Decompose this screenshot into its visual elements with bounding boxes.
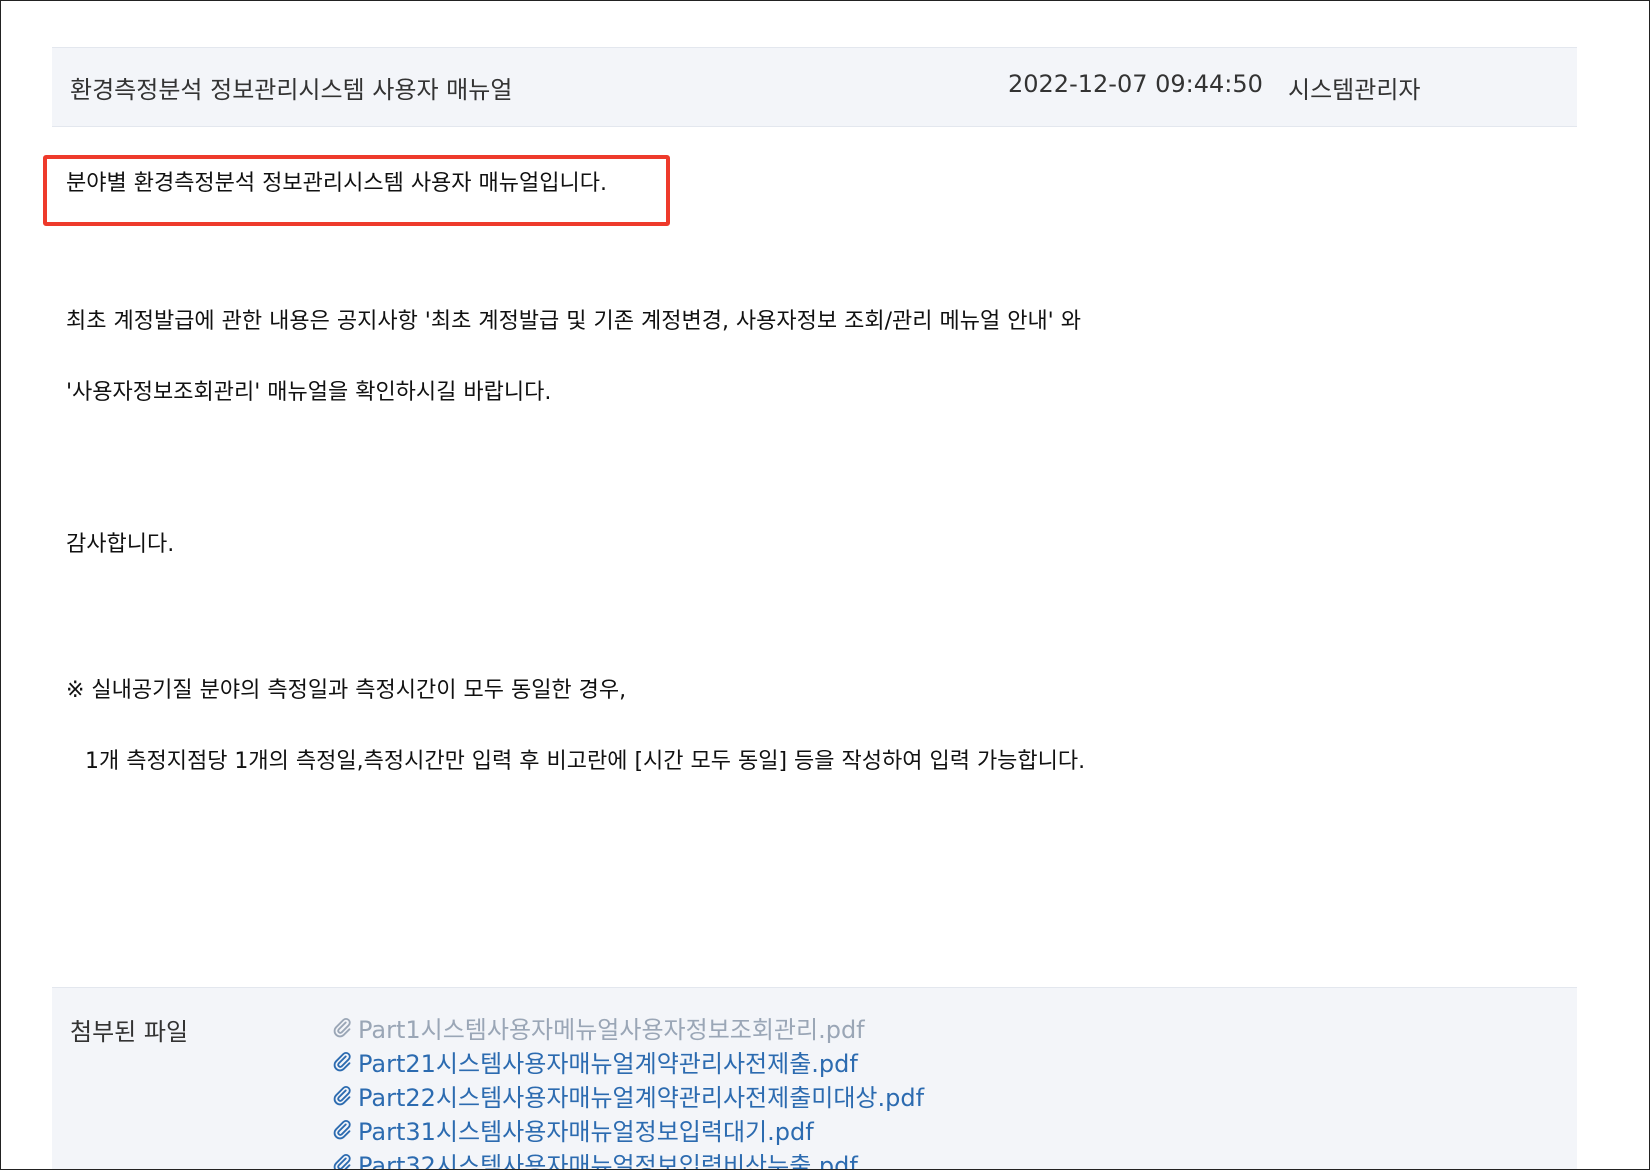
post-header: 환경측정분석 정보관리시스템 사용자 매뉴얼 2022-12-07 09:44:… bbox=[52, 47, 1577, 127]
paperclip-icon bbox=[333, 1153, 351, 1169]
highlighted-text: 분야별 환경측정분석 정보관리시스템 사용자 매뉴얼입니다. bbox=[66, 171, 607, 196]
body-line-account-1: 최초 계정발급에 관한 내용은 공지사항 '최초 계정발급 및 기존 계정변경,… bbox=[66, 309, 1081, 334]
post-author: 시스템관리자 bbox=[1288, 76, 1421, 104]
attachment-link[interactable]: Part31시스템사용자매뉴얼정보입력대기.pdf bbox=[358, 1112, 814, 1147]
paperclip-icon bbox=[333, 1051, 351, 1072]
paperclip-icon bbox=[333, 1017, 351, 1038]
paperclip-icon bbox=[333, 1085, 351, 1106]
body-thanks: 감사합니다. bbox=[66, 532, 175, 557]
body-note-1: ※ 실내공기질 분야의 측정일과 측정시간이 모두 동일한 경우, bbox=[66, 678, 627, 703]
attachment-list: Part1시스템사용자메뉴얼사용자정보조회관리.pdf Part21시스템사용자… bbox=[332, 1010, 924, 1170]
attachment-link[interactable]: Part32시스템사용자매뉴얼정보입력비산누출.pdf bbox=[358, 1146, 858, 1170]
attachments-section: 첨부된 파일 Part1시스템사용자메뉴얼사용자정보조회관리.pdf Part2… bbox=[52, 987, 1577, 1170]
post-title: 환경측정분석 정보관리시스템 사용자 매뉴얼 bbox=[70, 76, 513, 104]
body-line-account-2: '사용자정보조회관리' 매뉴얼을 확인하시길 바랍니다. bbox=[66, 380, 552, 405]
attachment-item[interactable]: Part22시스템사용자매뉴얼계약관리사전제출미대상.pdf bbox=[332, 1078, 924, 1112]
paperclip-icon bbox=[333, 1119, 351, 1140]
attachments-label: 첨부된 파일 bbox=[70, 1018, 189, 1046]
attachment-link[interactable]: Part1시스템사용자메뉴얼사용자정보조회관리.pdf bbox=[358, 1010, 865, 1045]
attachment-item[interactable]: Part32시스템사용자매뉴얼정보입력비산누출.pdf bbox=[332, 1146, 924, 1170]
attachment-link[interactable]: Part21시스템사용자매뉴얼계약관리사전제출.pdf bbox=[358, 1044, 858, 1079]
attachment-item[interactable]: Part21시스템사용자매뉴얼계약관리사전제출.pdf bbox=[332, 1044, 924, 1078]
attachment-item[interactable]: Part31시스템사용자매뉴얼정보입력대기.pdf bbox=[332, 1112, 924, 1146]
body-note-2: 1개 측정지점당 1개의 측정일,측정시간만 입력 후 비고란에 [시간 모두 … bbox=[85, 749, 1086, 774]
attachment-link[interactable]: Part22시스템사용자매뉴얼계약관리사전제출미대상.pdf bbox=[358, 1078, 924, 1113]
post-date: 2022-12-07 09:44:50 bbox=[1008, 70, 1263, 98]
attachment-item[interactable]: Part1시스템사용자메뉴얼사용자정보조회관리.pdf bbox=[332, 1010, 924, 1044]
content-frame: 환경측정분석 정보관리시스템 사용자 매뉴얼 2022-12-07 09:44:… bbox=[0, 0, 1650, 1170]
